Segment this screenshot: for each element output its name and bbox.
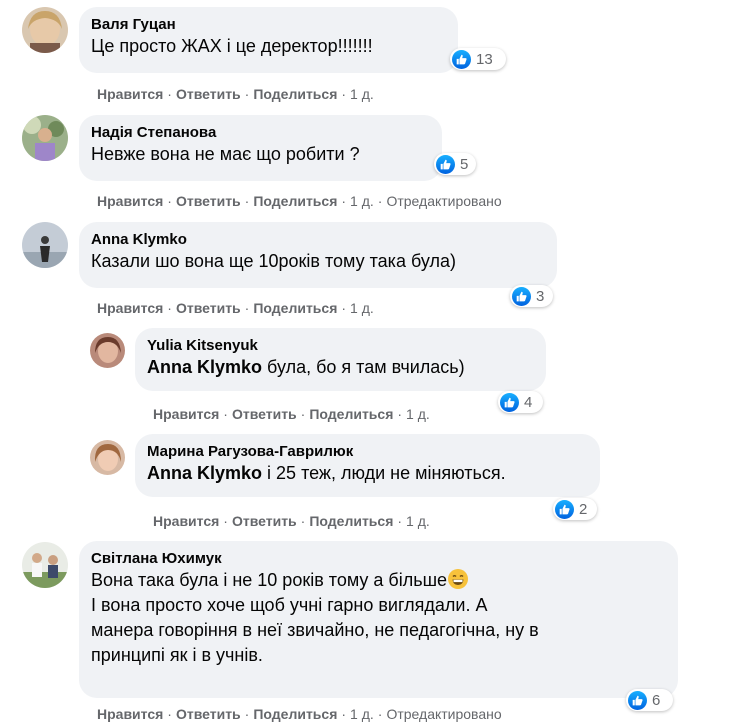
reaction-number: 3 [536, 287, 545, 305]
comment-text-line: принципі як і в учнів. [91, 645, 263, 665]
comment-text: Казали шо вона ще 10років тому така була… [91, 251, 456, 271]
comment-bubble: Anna Klymko Казали шо вона ще 10років то… [79, 222, 557, 288]
comment-text-line: Вона така була і не 10 років тому а біль… [91, 570, 448, 590]
like-icon [436, 154, 455, 174]
like-icon [452, 49, 471, 69]
share-button[interactable]: Поделиться [253, 300, 337, 316]
share-button[interactable]: Поделиться [309, 406, 393, 422]
comment-time[interactable]: 1 д. [350, 193, 374, 209]
comment-author[interactable]: Надія Степанова [91, 123, 430, 142]
reaction-count[interactable]: 4 [498, 391, 543, 413]
comment-text-line: манера говоріння в неї звичайно, не педа… [91, 620, 539, 640]
reply-button[interactable]: Ответить [176, 193, 241, 209]
share-button[interactable]: Поделиться [309, 513, 393, 529]
comment-text-line: І вона просто хоче щоб учні гарно вигляд… [91, 595, 488, 615]
avatar[interactable] [90, 333, 125, 368]
reaction-count[interactable]: 5 [434, 153, 476, 175]
avatar[interactable] [22, 7, 68, 53]
reaction-number: 5 [460, 155, 469, 173]
comment-actions: Нравится · Ответить · Поделиться · 1 д. [97, 300, 374, 316]
like-button[interactable]: Нравится [97, 300, 163, 316]
comment-time[interactable]: 1 д. [350, 300, 374, 316]
share-button[interactable]: Поделиться [253, 193, 337, 209]
like-button[interactable]: Нравится [153, 513, 219, 529]
grinning-face-emoji [448, 569, 469, 589]
comment-time[interactable]: 1 д. [350, 706, 374, 722]
reply-button[interactable]: Ответить [176, 300, 241, 316]
mention-link[interactable]: Anna Klymko [147, 463, 262, 483]
comment-author[interactable]: Марина Рагузова-Гаврилюк [147, 442, 588, 461]
share-button[interactable]: Поделиться [253, 86, 337, 102]
comment-actions: Нравится · Ответить · Поделиться · 1 д. [97, 86, 374, 102]
avatar[interactable] [90, 440, 125, 475]
reaction-count[interactable]: 2 [553, 498, 597, 520]
avatar[interactable] [22, 115, 68, 161]
comment-time[interactable]: 1 д. [406, 513, 430, 529]
like-button[interactable]: Нравится [97, 86, 163, 102]
reaction-count[interactable]: 3 [510, 285, 553, 307]
comment-bubble: Валя Гуцан Це просто ЖАХ і це деректор!!… [79, 7, 458, 73]
comment-actions: Нравится · Ответить · Поделиться · 1 д. [153, 513, 430, 529]
like-icon [628, 690, 647, 710]
comment-author[interactable]: Yulia Kitsenyuk [147, 336, 534, 355]
edited-label[interactable]: Отредактировано [386, 193, 501, 209]
like-icon [500, 392, 519, 412]
share-button[interactable]: Поделиться [253, 706, 337, 722]
reply-button[interactable]: Ответить [176, 706, 241, 722]
reaction-count[interactable]: 6 [626, 689, 673, 711]
comment-time[interactable]: 1 д. [350, 86, 374, 102]
reply-button[interactable]: Ответить [232, 406, 297, 422]
comment-bubble: Світлана Юхимук Вона така була і не 10 р… [79, 541, 678, 698]
reply-bubble: Yulia Kitsenyuk Anna Klymko була, бо я т… [135, 328, 546, 391]
reply-bubble: Марина Рагузова-Гаврилюк Anna Klymko і 2… [135, 434, 600, 497]
reply-button[interactable]: Ответить [176, 86, 241, 102]
like-button[interactable]: Нравится [97, 706, 163, 722]
comment-text: була, бо я там вчилась) [267, 357, 465, 377]
reply-button[interactable]: Ответить [232, 513, 297, 529]
comment-actions: Нравится · Ответить · Поделиться · 1 д. [153, 406, 430, 422]
like-button[interactable]: Нравится [153, 406, 219, 422]
comment-text: Це просто ЖАХ і це деректор!!!!!!! [91, 36, 373, 56]
reaction-number: 13 [476, 50, 493, 68]
like-icon [512, 286, 531, 306]
avatar[interactable] [22, 542, 68, 588]
reaction-count[interactable]: 13 [450, 48, 506, 70]
reaction-number: 6 [652, 691, 661, 709]
comment-author[interactable]: Світлана Юхимук [91, 549, 666, 568]
reaction-number: 4 [524, 393, 533, 411]
comment-bubble: Надія Степанова Невже вона не має що роб… [79, 115, 442, 181]
reaction-number: 2 [579, 500, 588, 518]
like-icon [555, 499, 574, 519]
like-button[interactable]: Нравится [97, 193, 163, 209]
comment-author[interactable]: Anna Klymko [91, 230, 545, 249]
comment-text: і 25 теж, люди не міняються. [267, 463, 506, 483]
avatar[interactable] [22, 222, 68, 268]
edited-label[interactable]: Отредактировано [386, 706, 501, 722]
comment-time[interactable]: 1 д. [406, 406, 430, 422]
comment-author[interactable]: Валя Гуцан [91, 15, 446, 34]
comment-actions: Нравится · Ответить · Поделиться · 1 д. · Отреда… [97, 193, 502, 209]
comment-text: Невже вона не має що робити ? [91, 144, 360, 164]
mention-link[interactable]: Anna Klymko [147, 357, 262, 377]
comment-actions: Нравится · Ответить · Поделиться · 1 д. · Отреда… [97, 706, 502, 722]
